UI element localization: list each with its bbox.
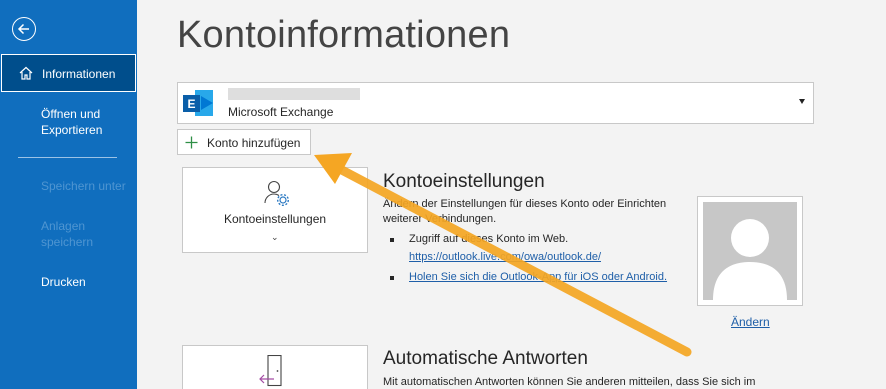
automatic-replies-button[interactable] — [182, 345, 368, 389]
bullet-icon — [390, 276, 394, 280]
home-icon — [19, 66, 33, 80]
back-button[interactable] — [12, 17, 36, 41]
sidebar-item-speichern-unter: Speichern unter — [0, 178, 137, 194]
add-account-button[interactable]: Konto hinzufügen — [177, 129, 311, 155]
account-settings-description: Ändern der Einstellungen für dieses Kont… — [383, 197, 693, 227]
dropdown-arrow-icon — [799, 99, 805, 104]
sidebar-item-oeffnen-exportieren[interactable]: Öffnen und Exportieren — [0, 106, 137, 138]
chevron-down-icon: ⌄ — [271, 232, 279, 242]
sidebar-item-label-line2: speichern — [41, 235, 94, 249]
account-email-redacted — [228, 88, 360, 100]
change-photo-link[interactable]: Ändern — [731, 315, 770, 329]
account-settings-desc-line2: weiterer Verbindungen. — [383, 213, 497, 225]
back-arrow-icon — [17, 23, 29, 35]
account-selector[interactable]: E Microsoft Exchange — [177, 82, 814, 124]
person-silhouette-icon — [713, 219, 787, 300]
profile-photo — [697, 196, 803, 306]
sidebar-item-label-line1: Öffnen und — [41, 107, 101, 121]
account-settings-desc-line1: Ändern der Einstellungen für dieses Kont… — [383, 198, 667, 210]
sidebar-item-label-line1: Anlagen — [41, 219, 86, 233]
bullet-icon — [390, 238, 394, 242]
automatic-replies-heading: Automatische Antworten — [383, 348, 588, 369]
web-access-text: Zugriff auf dieses Konto im Web. — [409, 233, 569, 245]
owa-link[interactable]: https://outlook.live.com/owa/outlook.de/ — [409, 250, 601, 265]
plus-icon — [185, 136, 198, 149]
sidebar-item-label: Drucken — [41, 275, 86, 289]
sidebar-item-drucken[interactable]: Drucken — [0, 274, 137, 290]
door-arrow-icon — [259, 355, 282, 387]
account-settings-heading: Kontoeinstellungen — [383, 171, 545, 192]
exchange-icon: E — [183, 90, 213, 116]
sidebar-item-label: Speichern unter — [41, 179, 126, 193]
add-account-label: Konto hinzufügen — [207, 136, 301, 150]
sidebar-item-informationen[interactable]: Informationen — [1, 54, 136, 92]
sidebar-item-anlagen-speichern: Anlagen speichern — [0, 218, 137, 250]
sidebar-divider — [18, 157, 117, 158]
sidebar-item-label-line2: Exportieren — [41, 123, 103, 137]
account-settings-button[interactable]: Kontoeinstellungen ⌄ — [182, 167, 368, 253]
page-title: Kontoinformationen — [177, 14, 511, 56]
account-type-label: Microsoft Exchange — [228, 105, 334, 119]
person-settings-icon — [264, 180, 290, 207]
backstage-sidebar: Informationen Öffnen und Exportieren Spe… — [0, 0, 137, 389]
account-settings-tile-label: Kontoeinstellungen — [223, 212, 327, 226]
svg-text:E: E — [187, 97, 195, 111]
outlook-app-link[interactable]: Holen Sie sich die Outlook-App für iOS o… — [409, 270, 667, 285]
automatic-replies-description: Mit automatischen Antworten können Sie a… — [383, 376, 756, 388]
sidebar-item-label: Informationen — [42, 67, 116, 81]
